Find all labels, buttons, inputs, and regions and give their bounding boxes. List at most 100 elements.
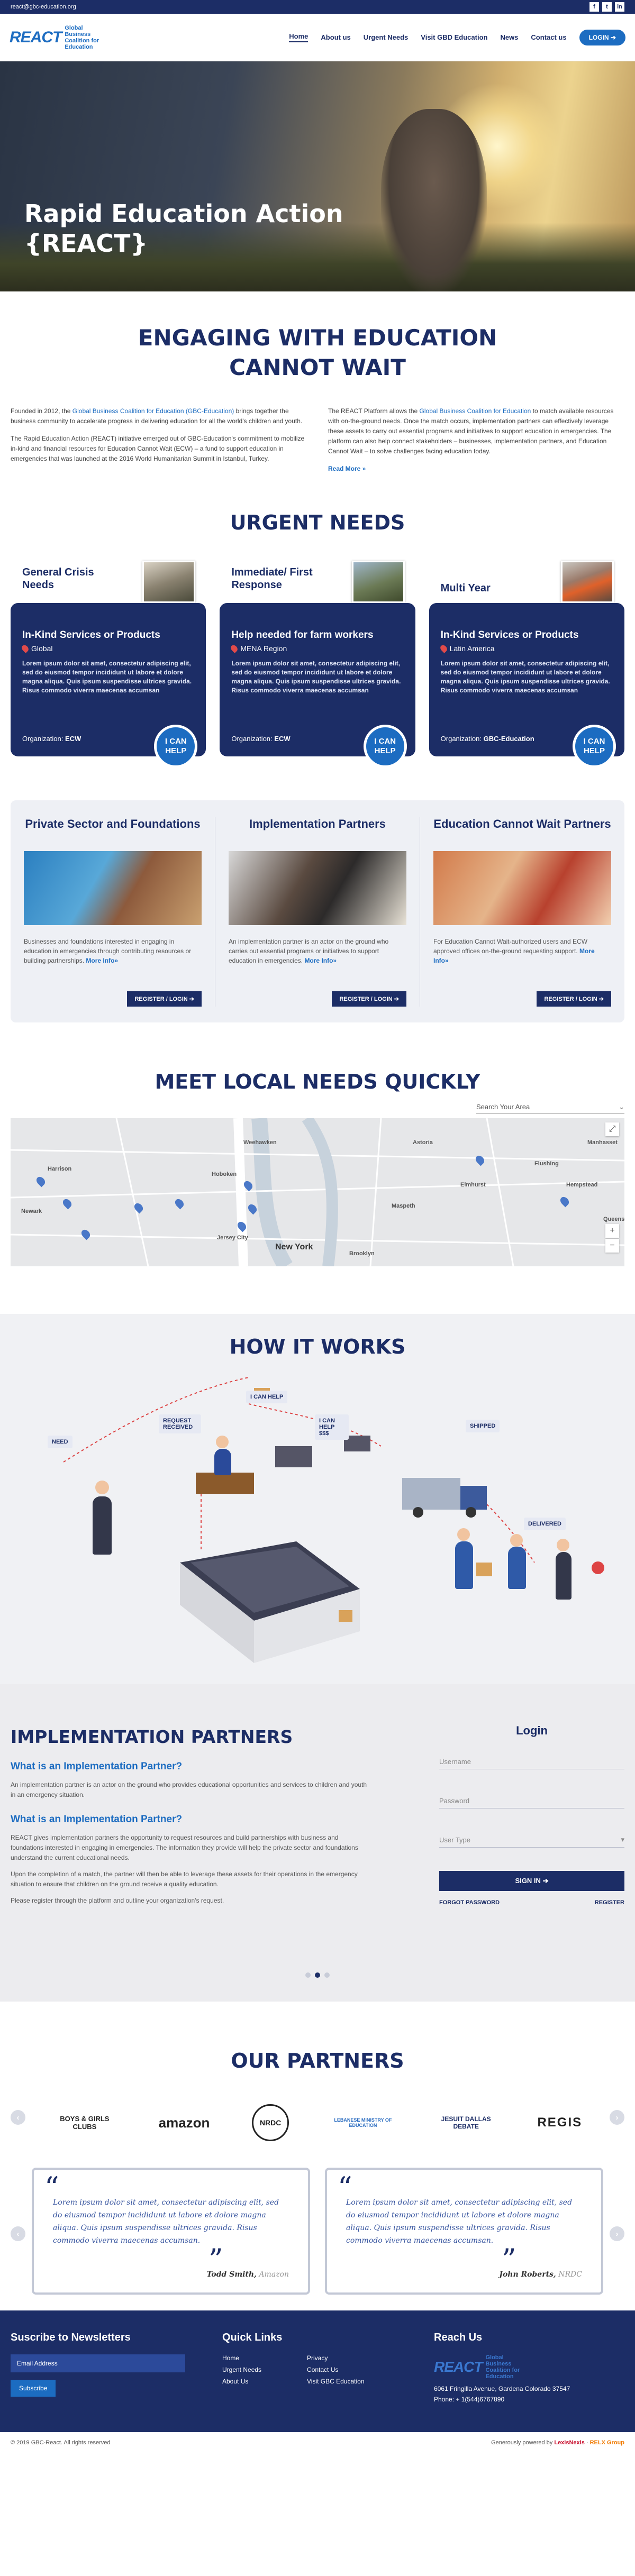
need-thumbnail [351, 561, 405, 603]
quick-links-title: Quick Links [222, 2332, 283, 2343]
i-can-help-button[interactable]: I CAN HELP [572, 725, 616, 768]
need-description: Lorem ipsum dolor sit amet, consectetur … [231, 660, 401, 694]
partner-logo[interactable]: REGIS [537, 2115, 582, 2130]
partner-type-ecw: Education Cannot Wait Partners For Educa… [420, 817, 624, 1007]
need-card: General Crisis Needs In-Kind Services or… [11, 561, 206, 775]
map-label: Newark [21, 1208, 42, 1214]
site-header: REACT Global Business Coalition for Educ… [0, 14, 635, 61]
carousel-dot-active[interactable] [315, 1972, 320, 1978]
carousel-dots [0, 1972, 635, 1978]
org-name: ECW [274, 735, 291, 743]
map-label: Astoria [413, 1139, 433, 1146]
step-tag: DELIVERED [524, 1518, 566, 1530]
lexisnexis-logo[interactable]: LexisNexis [554, 2440, 584, 2446]
map-label: Flushing [534, 1161, 559, 1167]
org-label: Organization: [231, 735, 273, 743]
author-org: NRDC [558, 2270, 582, 2279]
need-location-text: MENA Region [240, 644, 287, 653]
partner-type-desc: Businesses and foundations interested in… [24, 937, 202, 965]
login-button[interactable]: LOGIN ➔ [579, 29, 625, 45]
engaging-p1: Founded in 2012, the Global Business Coa… [11, 406, 307, 426]
nav-urgent-needs[interactable]: Urgent Needs [364, 33, 409, 41]
register-login-label: REGISTER / LOGIN [339, 996, 393, 1002]
map[interactable]: Newark Jersey City New York Hoboken Asto… [11, 1118, 624, 1266]
fullscreen-icon[interactable]: ⤢ [605, 1122, 619, 1136]
need-category: General Crisis Needs [22, 567, 94, 591]
read-more-link[interactable]: Read More » [328, 465, 366, 472]
partner-logo[interactable]: LEBANESE MINISTRY OF EDUCATION [331, 2117, 395, 2128]
chevron-left-icon[interactable]: ‹ [11, 2110, 25, 2125]
nav-about[interactable]: About us [321, 33, 350, 41]
partner-logo[interactable]: JESUIT DALLAS DEBATE [437, 2115, 495, 2130]
register-link[interactable]: REGISTER [595, 1899, 624, 1906]
partner-type-private: Private Sector and Foundations Businesse… [11, 817, 215, 1007]
chevron-left-icon[interactable]: ‹ [11, 2226, 25, 2241]
register-login-button[interactable]: REGISTER / LOGIN ➔ [537, 991, 611, 1007]
partner-logos: BOYS & GIRLS CLUBS amazon NRDC LEBANESE … [32, 2099, 603, 2146]
site-logo[interactable]: REACT Global Business Coalition for Educ… [10, 25, 107, 50]
carousel-dot[interactable] [324, 1972, 330, 1978]
i-can-help-button[interactable]: I CAN HELP [154, 725, 198, 768]
quote-close-icon: ” [502, 2243, 516, 2276]
footer-link-gbc[interactable]: Visit GBC Education [307, 2378, 392, 2385]
newsletter-title: Suscribe to Newsletters [11, 2332, 131, 2343]
password-field[interactable]: Password [439, 1793, 624, 1808]
area-search-select[interactable]: Search Your Area ⌄ [476, 1101, 624, 1114]
zoom-in-button[interactable]: + [605, 1224, 619, 1238]
step-tag: I CAN HELP [246, 1391, 288, 1403]
testimonial-card: “ Lorem ipsum dolor sit amet, consectetu… [325, 2168, 603, 2295]
forgot-password-link[interactable]: FORGOT PASSWORD [439, 1899, 500, 1906]
step-tag: SHIPPED [466, 1420, 500, 1432]
testimonial-text: Lorem ipsum dolor sit amet, consectetur … [346, 2198, 573, 2245]
need-location: Global [20, 644, 194, 653]
need-location-text: Latin America [449, 644, 495, 653]
more-info-link[interactable]: More Info» [86, 957, 118, 964]
contact-email[interactable]: react@gbc-education.org [11, 4, 76, 10]
relx-logo[interactable]: RELX Group [590, 2440, 624, 2446]
partner-logo[interactable]: NRDC [252, 2104, 289, 2141]
need-description: Lorem ipsum dolor sit amet, consectetur … [440, 660, 610, 694]
facebook-icon[interactable]: f [589, 2, 599, 12]
more-info-link[interactable]: More Info» [304, 957, 337, 964]
gbc-link-2[interactable]: Global Business Coalition for Education [420, 407, 531, 415]
gbc-link[interactable]: Global Business Coalition for Education … [72, 407, 234, 415]
nav-news[interactable]: News [500, 33, 518, 41]
copyright-bar: © 2019 GBC-React. All rights reserved Ge… [0, 2432, 635, 2453]
footer-link-about[interactable]: About Us [222, 2378, 307, 2385]
impl-answer: Please register through the platform and… [11, 1897, 224, 1904]
subscribe-button[interactable]: Subscribe [11, 2380, 56, 2397]
our-partners-title: OUR PARTNERS [231, 2049, 404, 2072]
map-label: Elmhurst [460, 1182, 486, 1188]
nav-home[interactable]: Home [289, 32, 309, 42]
impl-answer: An implementation partner is an actor on… [11, 1781, 367, 1798]
nav-visit-gbd[interactable]: Visit GBD Education [421, 33, 487, 41]
username-field[interactable]: Username [439, 1753, 624, 1769]
footer-link-privacy[interactable]: Privacy [307, 2354, 392, 2362]
footer-logo: REACT Global Business Coalition for Educ… [434, 2354, 570, 2380]
reach-us-column: Reach Us REACT Global Business Coalition… [434, 2332, 570, 2432]
footer-address: 6061 Fringilla Avenue, Gardena Colorado … [434, 2385, 570, 2392]
zoom-out-button[interactable]: − [605, 1239, 619, 1253]
org-label: Organization: [22, 735, 64, 743]
footer-link-urgent-needs[interactable]: Urgent Needs [222, 2366, 307, 2373]
register-login-button[interactable]: REGISTER / LOGIN ➔ [332, 991, 406, 1007]
sign-in-button[interactable]: SIGN IN ➔ [439, 1871, 624, 1891]
user-type-select[interactable]: User Type ▾ [439, 1832, 624, 1848]
top-bar: react@gbc-education.org f t in [0, 0, 635, 14]
partner-type-image [24, 851, 202, 925]
twitter-icon[interactable]: t [602, 2, 612, 12]
chevron-right-icon[interactable]: › [610, 2226, 624, 2241]
carousel-dot[interactable] [305, 1972, 311, 1978]
chevron-right-icon[interactable]: › [610, 2110, 624, 2125]
partner-logo[interactable]: amazon [159, 2115, 210, 2131]
footer-link-contact[interactable]: Contact Us [307, 2366, 392, 2373]
partner-logo[interactable]: BOYS & GIRLS CLUBS [53, 2115, 116, 2131]
i-can-help-button[interactable]: I CAN HELP [363, 725, 407, 768]
testimonial-text: Lorem ipsum dolor sit amet, consectetur … [53, 2198, 279, 2245]
footer-link-home[interactable]: Home [222, 2354, 307, 2362]
register-login-button[interactable]: REGISTER / LOGIN ➔ [127, 991, 202, 1007]
nav-contact[interactable]: Contact us [531, 33, 566, 41]
newsletter-email-input[interactable]: Email Address [11, 2354, 185, 2372]
linkedin-icon[interactable]: in [615, 2, 624, 12]
step-tag: REQUEST RECEIVED [159, 1414, 201, 1433]
